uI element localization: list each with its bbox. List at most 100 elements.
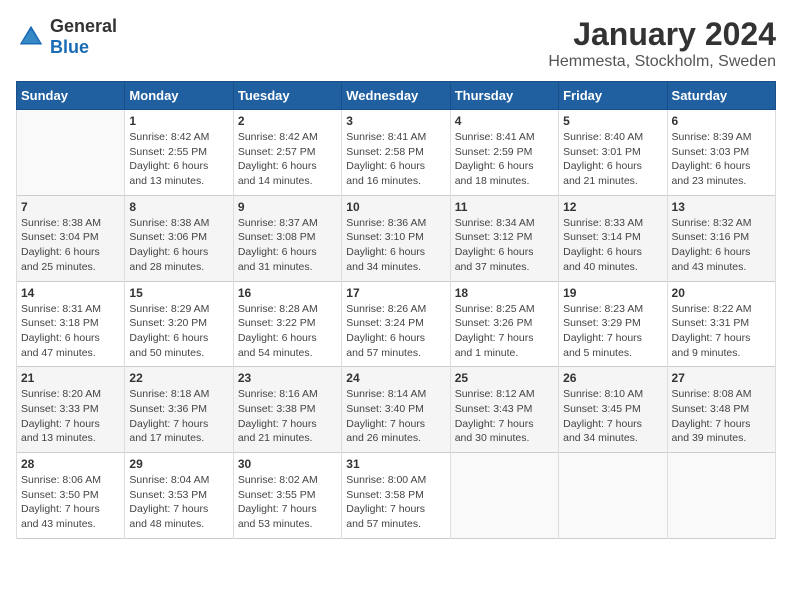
day-info: Sunrise: 8:04 AM Sunset: 3:53 PM Dayligh… bbox=[129, 473, 228, 532]
day-number: 31 bbox=[346, 457, 445, 471]
day-info: Sunrise: 8:32 AM Sunset: 3:16 PM Dayligh… bbox=[672, 216, 771, 275]
day-info: Sunrise: 8:06 AM Sunset: 3:50 PM Dayligh… bbox=[21, 473, 120, 532]
day-header-thursday: Thursday bbox=[450, 82, 558, 110]
calendar-cell: 18 Sunrise: 8:25 AM Sunset: 3:26 PM Dayli… bbox=[450, 281, 558, 367]
day-info: Sunrise: 8:34 AM Sunset: 3:12 PM Dayligh… bbox=[455, 216, 554, 275]
calendar-cell: 10Sunrise: 8:36 AM Sunset: 3:10 PM Dayli… bbox=[342, 195, 450, 281]
calendar-cell: 5 Sunrise: 8:40 AM Sunset: 3:01 PM Daylig… bbox=[559, 110, 667, 196]
day-info: Sunrise: 8:22 AM Sunset: 3:31 PM Dayligh… bbox=[672, 302, 771, 361]
day-info: Sunrise: 8:39 AM Sunset: 3:03 PM Dayligh… bbox=[672, 130, 771, 189]
calendar-cell: 6 Sunrise: 8:39 AM Sunset: 3:03 PM Daylig… bbox=[667, 110, 775, 196]
day-info: Sunrise: 8:42 AM Sunset: 2:55 PM Dayligh… bbox=[129, 130, 228, 189]
title-area: January 2024 Hemmesta, Stockholm, Sweden bbox=[548, 16, 776, 71]
day-info: Sunrise: 8:12 AM Sunset: 3:43 PM Dayligh… bbox=[455, 387, 554, 446]
day-number: 5 bbox=[563, 114, 662, 128]
day-number: 3 bbox=[346, 114, 445, 128]
calendar-week-row: 7 Sunrise: 8:38 AM Sunset: 3:04 PM Daylig… bbox=[17, 195, 776, 281]
calendar-cell: 8 Sunrise: 8:38 AM Sunset: 3:06 PM Daylig… bbox=[125, 195, 233, 281]
day-info: Sunrise: 8:28 AM Sunset: 3:22 PM Dayligh… bbox=[238, 302, 337, 361]
calendar-cell: 25Sunrise: 8:12 AM Sunset: 3:43 PM Dayli… bbox=[450, 367, 558, 453]
day-info: Sunrise: 8:20 AM Sunset: 3:33 PM Dayligh… bbox=[21, 387, 120, 446]
calendar-header-row: SundayMondayTuesdayWednesdayThursdayFrid… bbox=[17, 82, 776, 110]
day-number: 21 bbox=[21, 371, 120, 385]
day-header-saturday: Saturday bbox=[667, 82, 775, 110]
logo-text-general: General bbox=[50, 16, 117, 36]
calendar-cell: 24Sunrise: 8:14 AM Sunset: 3:40 PM Dayli… bbox=[342, 367, 450, 453]
calendar-cell: 29Sunrise: 8:04 AM Sunset: 3:53 PM Dayli… bbox=[125, 453, 233, 539]
day-info: Sunrise: 8:42 AM Sunset: 2:57 PM Dayligh… bbox=[238, 130, 337, 189]
page-header: General Blue January 2024 Hemmesta, Stoc… bbox=[16, 16, 776, 71]
day-header-tuesday: Tuesday bbox=[233, 82, 341, 110]
day-info: Sunrise: 8:23 AM Sunset: 3:29 PM Dayligh… bbox=[563, 302, 662, 361]
day-number: 26 bbox=[563, 371, 662, 385]
calendar-cell bbox=[17, 110, 125, 196]
day-number: 19 bbox=[563, 286, 662, 300]
calendar-cell: 12Sunrise: 8:33 AM Sunset: 3:14 PM Dayli… bbox=[559, 195, 667, 281]
day-number: 11 bbox=[455, 200, 554, 214]
day-info: Sunrise: 8:41 AM Sunset: 2:58 PM Dayligh… bbox=[346, 130, 445, 189]
day-number: 13 bbox=[672, 200, 771, 214]
day-info: Sunrise: 8:41 AM Sunset: 2:59 PM Dayligh… bbox=[455, 130, 554, 189]
day-number: 15 bbox=[129, 286, 228, 300]
calendar-cell: 31Sunrise: 8:00 AM Sunset: 3:58 PM Dayli… bbox=[342, 453, 450, 539]
day-number: 16 bbox=[238, 286, 337, 300]
calendar-cell bbox=[450, 453, 558, 539]
calendar-cell: 28Sunrise: 8:06 AM Sunset: 3:50 PM Dayli… bbox=[17, 453, 125, 539]
main-title: January 2024 bbox=[548, 16, 776, 53]
day-info: Sunrise: 8:31 AM Sunset: 3:18 PM Dayligh… bbox=[21, 302, 120, 361]
day-header-sunday: Sunday bbox=[17, 82, 125, 110]
calendar-cell: 16 Sunrise: 8:28 AM Sunset: 3:22 PM Dayli… bbox=[233, 281, 341, 367]
subtitle: Hemmesta, Stockholm, Sweden bbox=[548, 53, 776, 71]
day-number: 17 bbox=[346, 286, 445, 300]
day-number: 18 bbox=[455, 286, 554, 300]
calendar-week-row: 14Sunrise: 8:31 AM Sunset: 3:18 PM Dayli… bbox=[17, 281, 776, 367]
day-number: 22 bbox=[129, 371, 228, 385]
calendar-cell: 2Sunrise: 8:42 AM Sunset: 2:57 PM Daylig… bbox=[233, 110, 341, 196]
day-info: Sunrise: 8:10 AM Sunset: 3:45 PM Dayligh… bbox=[563, 387, 662, 446]
day-number: 7 bbox=[21, 200, 120, 214]
day-header-wednesday: Wednesday bbox=[342, 82, 450, 110]
calendar-cell: 13 Sunrise: 8:32 AM Sunset: 3:16 PM Dayli… bbox=[667, 195, 775, 281]
day-info: Sunrise: 8:36 AM Sunset: 3:10 PM Dayligh… bbox=[346, 216, 445, 275]
calendar-cell: 23Sunrise: 8:16 AM Sunset: 3:38 PM Dayli… bbox=[233, 367, 341, 453]
day-info: Sunrise: 8:08 AM Sunset: 3:48 PM Dayligh… bbox=[672, 387, 771, 446]
calendar-cell: 1 Sunrise: 8:42 AM Sunset: 2:55 PM Daylig… bbox=[125, 110, 233, 196]
day-number: 1 bbox=[129, 114, 228, 128]
day-info: Sunrise: 8:02 AM Sunset: 3:55 PM Dayligh… bbox=[238, 473, 337, 532]
calendar-cell: 17Sunrise: 8:26 AM Sunset: 3:24 PM Dayli… bbox=[342, 281, 450, 367]
day-info: Sunrise: 8:18 AM Sunset: 3:36 PM Dayligh… bbox=[129, 387, 228, 446]
calendar-cell: 15Sunrise: 8:29 AM Sunset: 3:20 PM Dayli… bbox=[125, 281, 233, 367]
calendar-body: 1 Sunrise: 8:42 AM Sunset: 2:55 PM Daylig… bbox=[17, 110, 776, 539]
day-info: Sunrise: 8:40 AM Sunset: 3:01 PM Dayligh… bbox=[563, 130, 662, 189]
day-header-friday: Friday bbox=[559, 82, 667, 110]
calendar-cell: 21 Sunrise: 8:20 AM Sunset: 3:33 PM Dayli… bbox=[17, 367, 125, 453]
calendar-cell bbox=[667, 453, 775, 539]
logo-text-blue: Blue bbox=[50, 37, 89, 57]
calendar-cell: 30Sunrise: 8:02 AM Sunset: 3:55 PM Dayli… bbox=[233, 453, 341, 539]
day-info: Sunrise: 8:33 AM Sunset: 3:14 PM Dayligh… bbox=[563, 216, 662, 275]
calendar-cell: 9 Sunrise: 8:37 AM Sunset: 3:08 PM Daylig… bbox=[233, 195, 341, 281]
calendar-week-row: 1 Sunrise: 8:42 AM Sunset: 2:55 PM Daylig… bbox=[17, 110, 776, 196]
calendar-cell: 19 Sunrise: 8:23 AM Sunset: 3:29 PM Dayli… bbox=[559, 281, 667, 367]
calendar-cell: 4Sunrise: 8:41 AM Sunset: 2:59 PM Daylig… bbox=[450, 110, 558, 196]
calendar-cell: 20 Sunrise: 8:22 AM Sunset: 3:31 PM Dayli… bbox=[667, 281, 775, 367]
day-number: 9 bbox=[238, 200, 337, 214]
calendar-cell: 11 Sunrise: 8:34 AM Sunset: 3:12 PM Dayli… bbox=[450, 195, 558, 281]
day-number: 6 bbox=[672, 114, 771, 128]
calendar-week-row: 28Sunrise: 8:06 AM Sunset: 3:50 PM Dayli… bbox=[17, 453, 776, 539]
calendar-cell bbox=[559, 453, 667, 539]
calendar-cell: 3 Sunrise: 8:41 AM Sunset: 2:58 PM Daylig… bbox=[342, 110, 450, 196]
day-number: 20 bbox=[672, 286, 771, 300]
logo: General Blue bbox=[16, 16, 117, 58]
day-number: 8 bbox=[129, 200, 228, 214]
calendar-cell: 14Sunrise: 8:31 AM Sunset: 3:18 PM Dayli… bbox=[17, 281, 125, 367]
day-info: Sunrise: 8:38 AM Sunset: 3:04 PM Dayligh… bbox=[21, 216, 120, 275]
calendar-week-row: 21 Sunrise: 8:20 AM Sunset: 3:33 PM Dayli… bbox=[17, 367, 776, 453]
day-info: Sunrise: 8:38 AM Sunset: 3:06 PM Dayligh… bbox=[129, 216, 228, 275]
calendar-table: SundayMondayTuesdayWednesdayThursdayFrid… bbox=[16, 81, 776, 539]
day-info: Sunrise: 8:25 AM Sunset: 3:26 PM Dayligh… bbox=[455, 302, 554, 361]
calendar-cell: 26 Sunrise: 8:10 AM Sunset: 3:45 PM Dayli… bbox=[559, 367, 667, 453]
day-info: Sunrise: 8:37 AM Sunset: 3:08 PM Dayligh… bbox=[238, 216, 337, 275]
day-info: Sunrise: 8:14 AM Sunset: 3:40 PM Dayligh… bbox=[346, 387, 445, 446]
calendar-cell: 22 Sunrise: 8:18 AM Sunset: 3:36 PM Dayli… bbox=[125, 367, 233, 453]
